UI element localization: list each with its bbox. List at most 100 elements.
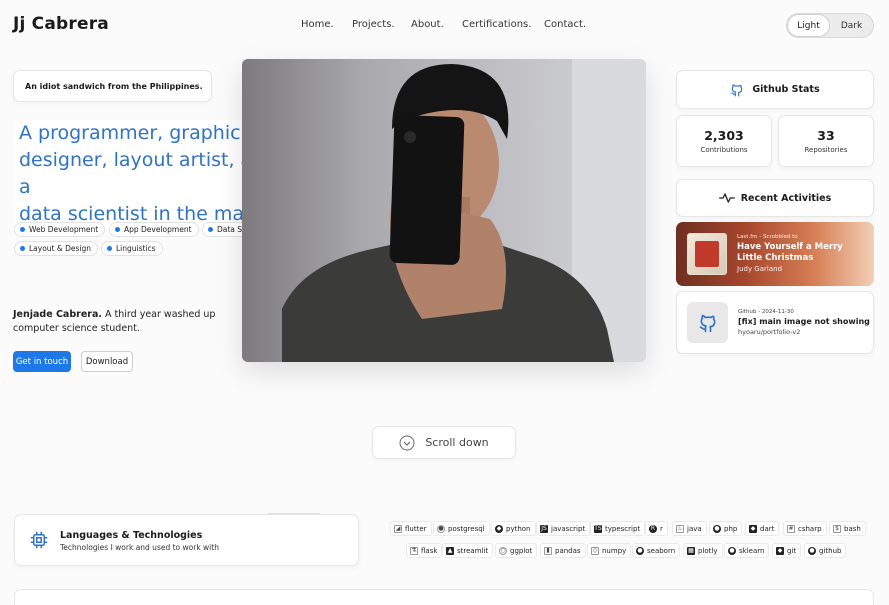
dot-icon	[20, 246, 25, 251]
numpy-icon: ◇	[591, 546, 599, 555]
tech-tag: ◆ python	[491, 521, 536, 536]
dot-icon	[20, 227, 25, 232]
skill-chip-label: Layout & Design	[29, 244, 92, 253]
tech-tag: ● php	[709, 521, 743, 536]
nav-projects[interactable]: Projects.	[352, 19, 395, 30]
skill-chip-label: Linguistics	[116, 244, 156, 253]
nav-contact[interactable]: Contact.	[544, 19, 586, 30]
now-playing-card[interactable]: Last.fm - Scrobbled to Have Yourself a M…	[676, 222, 874, 286]
flutter-icon: ◢	[394, 524, 402, 533]
chip-icon	[30, 531, 48, 549]
tech-tag: ◆ git	[772, 543, 802, 558]
github-stats-title: Github Stats	[752, 84, 820, 95]
tech-tag-label: streamlit	[457, 546, 489, 555]
github-stats-header: Github Stats	[676, 70, 874, 109]
repositories-label: Repositories	[804, 146, 848, 154]
tech-tag-label: bash	[844, 524, 861, 533]
languages-title: Languages & Technologies	[60, 530, 203, 541]
skill-chip: Linguistics	[101, 241, 163, 256]
tech-tag: ▲ streamlit	[442, 543, 494, 558]
tech-tag-label: plotly	[698, 546, 718, 555]
plotly-icon: ▦	[687, 546, 695, 555]
repositories-value: 33	[817, 128, 835, 143]
nav-home[interactable]: Home.	[301, 19, 334, 30]
javascript-icon: JS	[540, 524, 548, 533]
scroll-down-button[interactable]: Scroll down	[372, 426, 516, 459]
tech-tag: ● github	[804, 543, 847, 558]
tech-tag: ● sklearn	[724, 543, 770, 558]
tech-tag-label: pandas	[555, 546, 581, 555]
get-in-touch-button[interactable]: Get in touch	[13, 351, 71, 372]
csharp-icon: #	[787, 524, 795, 533]
nav-certifications[interactable]: Certifications.	[462, 19, 531, 30]
tech-tag-label: github	[819, 546, 842, 555]
github-icon	[731, 83, 743, 96]
tech-tag: $ bash	[829, 521, 866, 536]
tech-tag: TS typescript	[590, 521, 646, 536]
commit-repo[interactable]: hyoaru/portfolio-v2	[738, 328, 870, 336]
dart-icon: ◆	[749, 524, 757, 533]
tagline-text: An idiot sandwich from the Philippines.	[25, 81, 203, 91]
tech-tag: # csharp	[783, 521, 827, 536]
typescript-icon: TS	[594, 524, 602, 533]
contributions-stat: 2,303 Contributions	[676, 115, 772, 167]
tech-tag: Rr	[645, 521, 668, 536]
recent-activities-title: Recent Activities	[740, 192, 832, 204]
tagline-card: An idiot sandwich from the Philippines.	[13, 70, 212, 102]
java-icon: ♨	[676, 524, 684, 533]
languages-subtitle: Technologies I work and used to work wit…	[60, 543, 219, 552]
tech-tag: ♨ java	[672, 521, 707, 536]
tech-tag-label: r	[660, 524, 663, 533]
bash-icon: $	[833, 524, 841, 533]
python-icon: ◆	[495, 524, 503, 533]
music-source: Last.fm - Scrobbled to	[737, 234, 798, 240]
nav-about[interactable]: About.	[411, 19, 444, 30]
ggplot-icon: ○	[499, 546, 507, 555]
tech-tag-label: typescript	[605, 524, 641, 533]
tech-tag-label: flutter	[405, 524, 427, 533]
tech-tag: ● seaborn	[632, 543, 681, 558]
tech-tag-label: postgresql	[448, 524, 485, 533]
activity-icon	[718, 193, 735, 203]
github-icon: ●	[808, 546, 816, 555]
recent-activities-header: Recent Activities	[676, 179, 874, 217]
tech-tag-label: python	[506, 524, 531, 533]
pandas-icon: ▮	[544, 546, 552, 555]
commit-source: Github - 2024-11-30	[738, 309, 794, 315]
bio-text: Jenjade Cabrera. A third year washed up …	[13, 308, 233, 336]
theme-toggle[interactable]: Light Dark	[786, 13, 874, 38]
album-cover	[687, 233, 727, 275]
headline-line: A programmer, graphic	[13, 120, 247, 147]
tech-tag-label: java	[687, 524, 702, 533]
tech-tag: ◢ flutter	[390, 521, 432, 536]
git-icon: ◆	[776, 546, 784, 555]
contributions-label: Contributions	[700, 146, 748, 154]
site-logo[interactable]: Jj Cabrera	[13, 14, 109, 34]
dot-icon	[107, 246, 112, 251]
contributions-value: 2,303	[704, 128, 744, 143]
tech-tag-label: dart	[760, 524, 775, 533]
scroll-down-label: Scroll down	[425, 436, 489, 449]
download-button[interactable]: Download	[81, 351, 133, 372]
tech-tag-label: csharp	[798, 524, 822, 533]
tech-tag: ⚗ flask	[406, 543, 443, 558]
tech-tag: ▦ plotly	[683, 543, 723, 558]
theme-light-option[interactable]: Light	[787, 14, 830, 37]
chevron-down-icon	[399, 435, 415, 450]
dot-icon	[208, 227, 213, 232]
commit-message: [fix] main image not showing	[738, 317, 870, 326]
tech-tag-label: seaborn	[647, 546, 676, 555]
skill-chip-label: App Development	[124, 225, 192, 234]
commit-card[interactable]: Github - 2024-11-30 [fix] main image not…	[676, 291, 874, 354]
skill-chip: App Development	[109, 222, 199, 237]
tech-tag-label: sklearn	[739, 546, 765, 555]
next-section-card	[14, 589, 874, 605]
tech-tag: ● postgresql	[433, 521, 490, 536]
github-icon	[699, 314, 715, 332]
tech-tag-label: numpy	[602, 546, 627, 555]
tech-tag: ◆ dart	[745, 521, 780, 536]
postgresql-icon: ●	[437, 524, 445, 533]
profile-photo-illustration	[282, 59, 646, 362]
skill-chip: Layout & Design	[14, 241, 99, 256]
theme-dark-option[interactable]: Dark	[830, 14, 873, 37]
